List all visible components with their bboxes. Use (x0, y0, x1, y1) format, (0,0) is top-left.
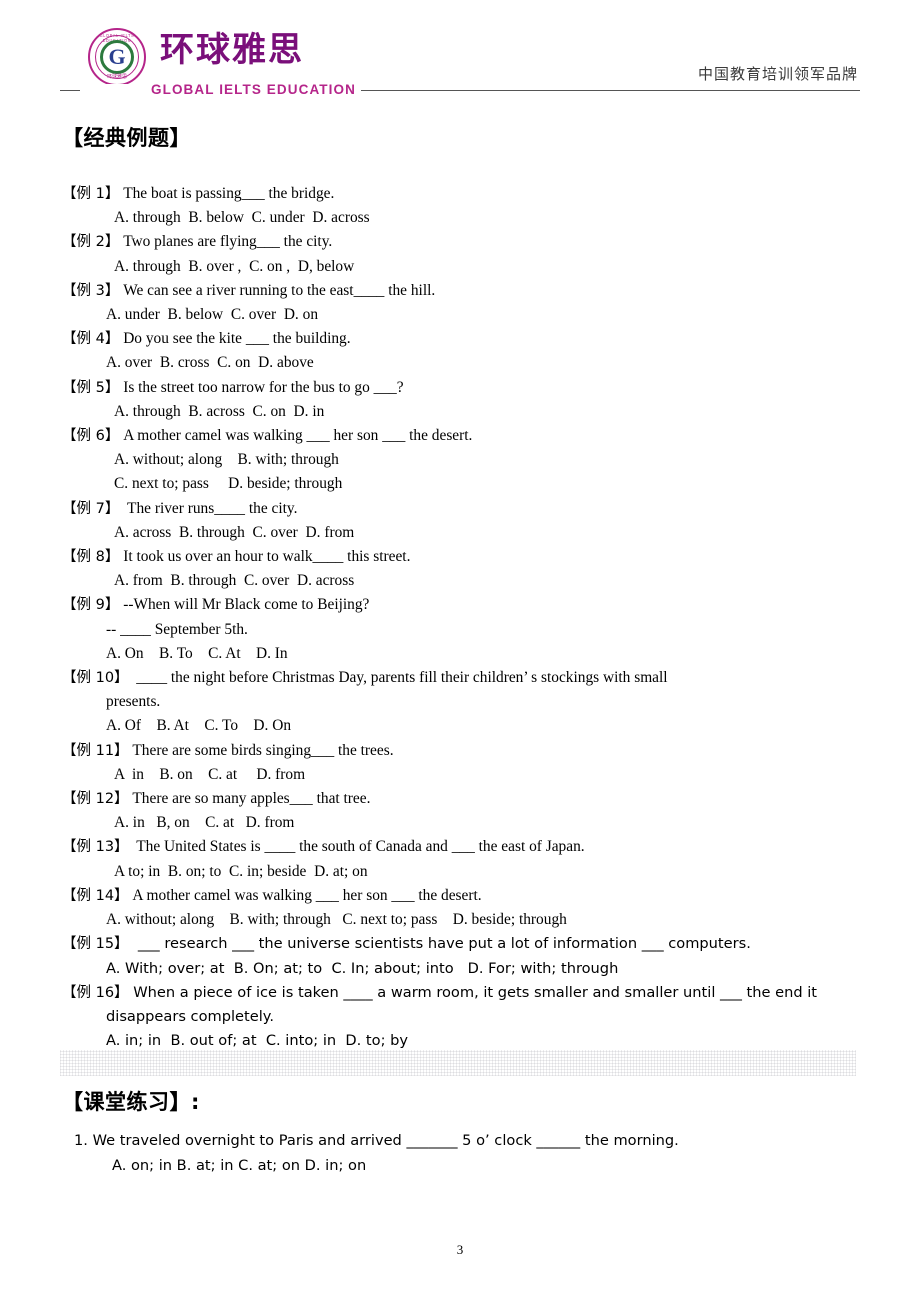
example-question: 【例 4】 Do you see the kite ___ the buildi… (62, 327, 862, 375)
example-stem-text: Two planes are flying___ the city. (119, 233, 333, 251)
example-options-line: A. through B. below C. under D. across (114, 209, 370, 227)
brand-name-chinese: 环球雅思 (160, 30, 304, 70)
example-question: 【例 9】 --When will Mr Black come to Beiji… (62, 593, 862, 666)
example-stem-text: Do you see the kite ___ the building. (119, 330, 351, 348)
example-number-label: 【例 14】 (62, 887, 129, 904)
section-title-classic-examples: 【经典例题】 (62, 126, 191, 150)
example-options-line-2: C. next to; pass D. beside; through (114, 475, 343, 493)
example-options-line: A. without; along B. with; through (114, 451, 339, 469)
example-number-label: 【例 16】 (62, 984, 129, 1001)
example-options-line: A. without; along B. with; through C. ne… (106, 911, 567, 929)
example-question: 【例 5】 Is the street too narrow for the b… (62, 376, 862, 424)
example-stem-continuation: disappears completely. (106, 1007, 274, 1025)
example-number-label: 【例 12】 (62, 791, 129, 808)
global-ielts-seal-icon: GLOBAL IELTS EDUCATION G 环球雅思 (88, 28, 146, 86)
header-tagline: 中国教育培训领军品牌 (691, 63, 858, 84)
example-question: 【例 12】 There are so many apples___ that … (62, 787, 862, 835)
example-question: 【例 16】 When a piece of ice is taken ____… (62, 981, 862, 1054)
practice-options-line: A. on; in B. at; in C. at; on D. in; on (112, 1157, 367, 1174)
example-number-label: 【例 8】 (62, 549, 120, 566)
example-question: 【例 2】 Two planes are flying___ the city.… (62, 230, 862, 278)
page-header: GLOBAL IELTS EDUCATION G 环球雅思 环球雅思 GLOBA… (0, 0, 920, 108)
example-stem-text: Is the street too narrow for the bus to … (119, 378, 404, 396)
example-question: 【例 11】 There are some birds singing___ t… (62, 739, 862, 787)
rule-mask (80, 84, 154, 98)
example-question: 【例 1】 The boat is passing___ the bridge.… (62, 182, 862, 230)
classroom-practice-list: 1. We traveled overnight to Paris and ar… (74, 1128, 864, 1178)
example-stem-text: ____ the night before Christmas Day, par… (128, 669, 668, 687)
practice-stem-text: 1. We traveled overnight to Paris and ar… (74, 1132, 679, 1149)
brand-name-english: GLOBAL IELTS EDUCATION (146, 82, 361, 97)
example-stem-continuation: -- ____ September 5th. (106, 620, 248, 638)
example-number-label: 【例 6】 (62, 428, 120, 445)
section-title-classroom-practice: 【课堂练习】: (62, 1090, 200, 1114)
practice-question: 1. We traveled overnight to Paris and ar… (74, 1128, 864, 1178)
example-options-line: A. Of B. At C. To D. On (106, 717, 292, 735)
example-number-label: 【例 5】 (62, 379, 120, 396)
example-question: 【例 6】 A mother camel was walking ___ her… (62, 424, 862, 497)
example-options-line: A. in B, on C. at D. from (114, 814, 295, 832)
example-stem-text: A mother camel was walking ___ her son _… (119, 427, 473, 445)
example-options-line: A. through B. over , C. on , D, below (114, 257, 355, 275)
example-question: 【例 13】 The United States is ____ the sou… (62, 835, 862, 883)
example-question: 【例 7】 The river runs____ the city. A. acr… (62, 497, 862, 545)
example-options-line: A. On B. To C. At D. In (106, 644, 288, 662)
brand-logo: GLOBAL IELTS EDUCATION G 环球雅思 环球雅思 (88, 28, 304, 86)
example-number-label: 【例 2】 (62, 234, 120, 251)
example-options-line: A. from B. through C. over D. across (114, 572, 355, 590)
example-number-label: 【例 11】 (62, 742, 129, 759)
section-separator-band (60, 1050, 856, 1076)
example-stem-text: When a piece of ice is taken ____ a warm… (128, 983, 818, 1001)
example-options-line: A. across B. through C. over D. from (114, 523, 355, 541)
example-options-line: A in B. on C. at D. from (114, 765, 306, 783)
example-number-label: 【例 4】 (62, 331, 120, 348)
example-number-label: 【例 1】 (62, 186, 120, 202)
example-number-label: 【例 9】 (62, 597, 120, 614)
example-stem-text: The boat is passing___ the bridge. (119, 185, 335, 202)
example-stem-text: The river runs____ the city. (119, 499, 298, 517)
example-number-label: 【例 7】 (62, 500, 120, 517)
example-stem-text: --When will Mr Black come to Beijing? (119, 596, 370, 614)
example-stem-text: It took us over an hour to walk____ this… (119, 548, 411, 566)
example-question: 【例 14】 A mother camel was walking ___ he… (62, 884, 862, 932)
example-number-label: 【例 13】 (62, 839, 129, 856)
example-options-line: A. over B. cross C. on D. above (106, 354, 314, 372)
example-question: 【例 15】 ___ research ___ the universe sci… (62, 932, 862, 980)
example-stem-continuation: presents. (106, 693, 161, 711)
example-stem-text: There are so many apples___ that tree. (128, 790, 371, 808)
example-stem-text: ___ research ___ the universe scientists… (128, 935, 751, 953)
example-stem-text: There are some birds singing___ the tree… (128, 741, 394, 759)
example-stem-text: We can see a river running to the east__… (119, 281, 436, 299)
example-number-label: 【例 3】 (62, 282, 120, 299)
example-options-line: A. through B. across C. on D. in (114, 402, 325, 420)
example-number-label: 【例 15】 (62, 936, 129, 953)
example-options-line: A. under B. below C. over D. on (106, 306, 319, 324)
example-question: 【例 3】 We can see a river running to the … (62, 279, 862, 327)
example-question: 【例 8】 It took us over an hour to walk___… (62, 545, 862, 593)
example-stem-text: A mother camel was walking ___ her son _… (128, 886, 482, 904)
example-number-label: 【例 10】 (62, 670, 129, 687)
classic-examples-list: 【例 1】 The boat is passing___ the bridge.… (62, 182, 862, 1053)
example-stem-text: The United States is ____ the south of C… (128, 838, 585, 856)
page-number: 3 (456, 1242, 464, 1257)
example-options-line: A to; in B. on; to C. in; beside D. at; … (114, 862, 368, 880)
example-question: 【例 10】 ____ the night before Christmas D… (62, 666, 862, 739)
example-options-line: A. With; over; at B. On; at; to C. In; a… (106, 959, 619, 977)
seal-arc-bottom-text: 环球雅思 (106, 75, 127, 80)
